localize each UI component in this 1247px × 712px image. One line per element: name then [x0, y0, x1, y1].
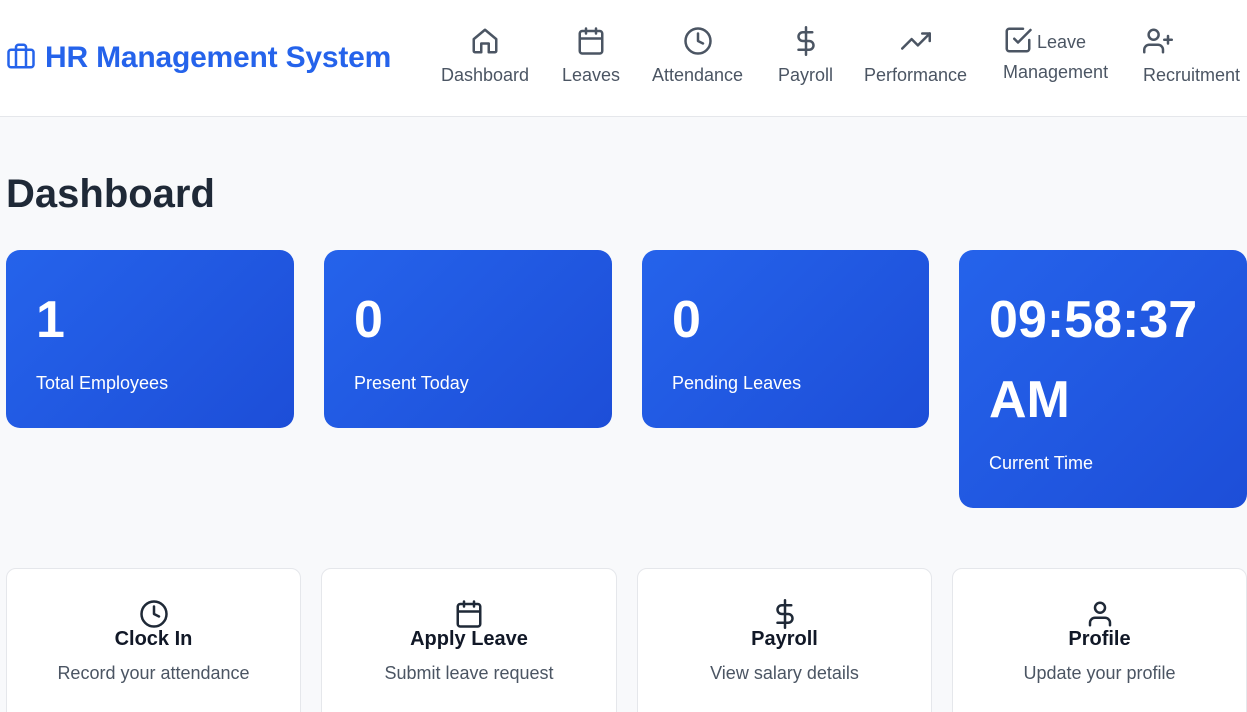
- calendar-icon: [576, 26, 606, 61]
- page-title: Dashboard: [6, 172, 215, 216]
- action-desc: View salary details: [710, 663, 859, 683]
- check-square-icon: [1003, 25, 1033, 60]
- clock-icon: [7, 599, 300, 629]
- action-card-profile[interactable]: Profile Update your profile: [952, 568, 1247, 712]
- nav-item-dashboard[interactable]: Dashboard: [441, 26, 529, 86]
- stat-label: Total Employees: [36, 373, 169, 393]
- action-card-payroll[interactable]: Payroll View salary details: [637, 568, 932, 712]
- home-icon: [470, 26, 500, 61]
- stat-label: Present Today: [354, 373, 469, 393]
- user-plus-icon: [1143, 26, 1173, 61]
- briefcase-icon: [6, 41, 36, 76]
- stat-card-pending-leaves: 0 Pending Leaves: [642, 250, 929, 428]
- trending-up-icon: [900, 26, 931, 61]
- nav-label: Payroll: [778, 65, 834, 85]
- nav-item-performance[interactable]: Performance: [864, 26, 967, 86]
- stat-label: Current Time: [989, 453, 1094, 473]
- action-card-clock-in[interactable]: Clock In Record your attendance: [6, 568, 301, 712]
- action-desc: Update your profile: [1023, 663, 1176, 683]
- nav-label: Recruitment: [1143, 65, 1241, 85]
- app-title: HR Management System: [45, 41, 392, 74]
- stat-value: 0: [672, 291, 701, 349]
- nav-item-payroll[interactable]: Payroll: [778, 26, 833, 86]
- action-desc: Record your attendance: [57, 663, 250, 683]
- nav-label: Leaves: [562, 65, 621, 85]
- action-card-apply-leave[interactable]: Apply Leave Submit leave request: [321, 568, 617, 712]
- clock-icon: [683, 26, 713, 61]
- brand[interactable]: HR Management System: [6, 38, 391, 78]
- time-value-line2: AM: [989, 371, 1070, 429]
- stat-card-present-today: 0 Present Today: [324, 250, 612, 428]
- nav-item-leave-management[interactable]: Leave Management: [1003, 25, 1115, 82]
- nav-label: Dashboard: [441, 65, 530, 85]
- nav-label: Attendance: [652, 65, 744, 85]
- action-title: Apply Leave: [410, 628, 528, 650]
- stat-card-total-employees: 1 Total Employees: [6, 250, 294, 428]
- nav-item-attendance[interactable]: Attendance: [652, 26, 743, 86]
- nav-label-line1: Leave: [1037, 31, 1087, 52]
- time-value-line1: 09:58:37: [989, 291, 1198, 349]
- dollar-icon: [791, 26, 821, 61]
- nav-item-recruitment[interactable]: Recruitment: [1143, 26, 1240, 86]
- stat-value: 0: [354, 291, 383, 349]
- stat-card-current-time: 09:58:37 AM Current Time: [959, 250, 1247, 508]
- dollar-icon: [638, 599, 931, 629]
- action-title: Profile: [1068, 628, 1131, 650]
- user-icon: [953, 599, 1246, 629]
- nav-item-leaves[interactable]: Leaves: [562, 26, 620, 86]
- action-desc: Submit leave request: [384, 663, 554, 683]
- stat-value: 1: [36, 291, 65, 349]
- action-title: Payroll: [751, 628, 818, 650]
- nav-label: Performance: [864, 65, 968, 85]
- action-title: Clock In: [114, 628, 193, 650]
- nav-label-line2: Management: [1003, 62, 1109, 82]
- stat-label: Pending Leaves: [672, 373, 802, 393]
- top-header: HR Management System Dashboard Leaves At…: [0, 0, 1247, 117]
- calendar-icon: [322, 599, 616, 629]
